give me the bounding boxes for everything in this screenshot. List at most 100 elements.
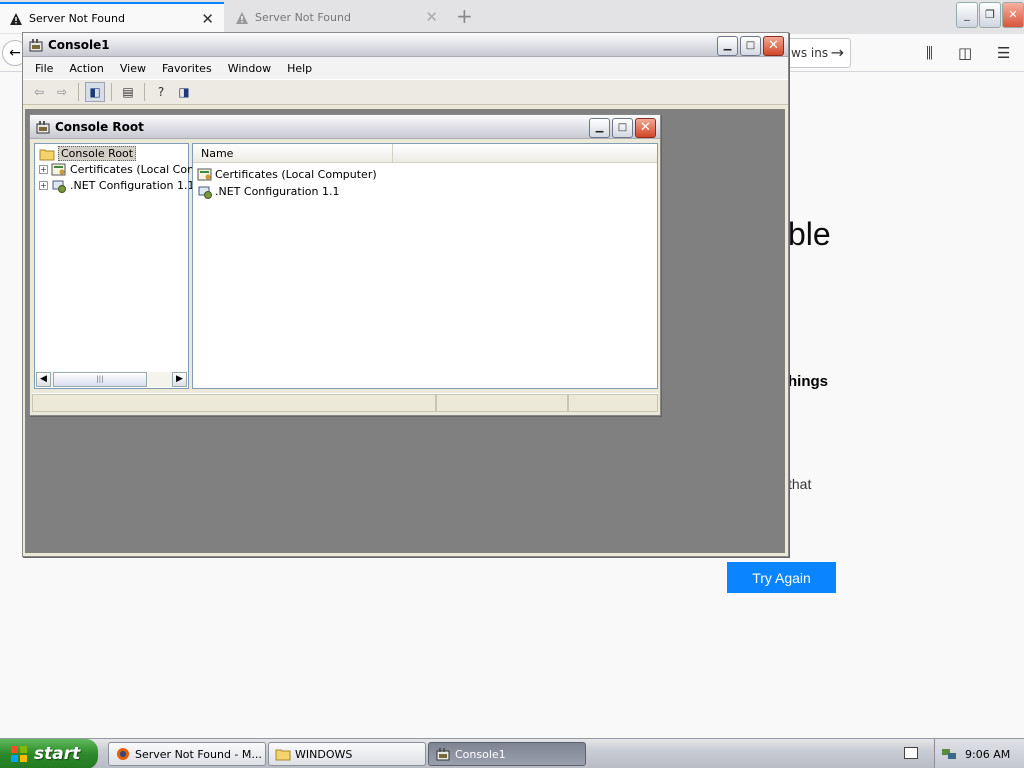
list-item-net-configuration[interactable]: .NET Configuration 1.1 <box>197 183 339 200</box>
clock[interactable]: 9:06 AM <box>965 748 1010 761</box>
tab-title: Server Not Found <box>255 11 351 24</box>
taskbar-button-windows[interactable]: WINDOWS <box>268 742 426 766</box>
list-header: Name <box>193 144 657 163</box>
tree-item-label: .NET Configuration 1.1 <box>70 179 195 192</box>
taskbar-button-firefox[interactable]: Server Not Found - M... <box>108 742 266 766</box>
certificate-icon <box>197 168 212 180</box>
certificate-icon <box>51 163 66 175</box>
toolbar-separator <box>144 83 145 101</box>
status-pane <box>32 394 436 412</box>
minimize-button[interactable]: ▁ <box>717 36 738 56</box>
tree-horizontal-scrollbar[interactable]: ◀ ||| ▶ <box>36 372 187 387</box>
library-icon[interactable]: ⫼ <box>926 44 933 62</box>
menu-view[interactable]: View <box>112 62 154 75</box>
taskbar-button-label: WINDOWS <box>295 747 353 761</box>
maximize-button[interactable]: □ <box>612 118 633 138</box>
keyboard-icon[interactable] <box>904 747 918 759</box>
scroll-right-icon[interactable]: ▶ <box>172 372 187 387</box>
warning-icon <box>10 12 22 25</box>
windows-logo-icon <box>11 746 27 762</box>
new-tab-icon[interactable]: + <box>456 4 473 28</box>
mmc-icon <box>436 748 450 761</box>
close-button[interactable]: ✕ <box>635 118 656 138</box>
tree-item-label: Certificates (Local Com <box>70 163 198 176</box>
console-root-window: Console Root ▁ □ ✕ Console Root + Certif… <box>29 114 661 416</box>
scroll-track[interactable] <box>147 372 172 387</box>
menu-favorites[interactable]: Favorites <box>154 62 220 75</box>
net-configuration-icon <box>52 180 66 193</box>
forward-arrow-icon[interactable]: ⇨ <box>52 82 72 102</box>
console1-title-bar[interactable]: Console1 ▁ □ ✕ <box>23 33 788 57</box>
error-text: that <box>788 476 812 492</box>
list-item-certificates[interactable]: Certificates (Local Computer) <box>197 166 377 183</box>
mdi-client-area: Console Root ▁ □ ✕ Console Root + Certif… <box>25 109 785 553</box>
tree-pane: Console Root + Certificates (Local Com +… <box>34 143 198 389</box>
window-title: Console1 <box>48 37 110 52</box>
start-label: start <box>34 744 81 764</box>
list-item-label: Certificates (Local Computer) <box>215 168 377 181</box>
folder-icon <box>39 149 55 160</box>
folder-icon <box>275 749 291 761</box>
menu-bar: File Action View Favorites Window Help <box>23 57 788 79</box>
menu-help[interactable]: Help <box>279 62 320 75</box>
close-button[interactable]: ✕ <box>1002 2 1024 28</box>
mmc-icon <box>36 120 50 133</box>
toolbar-separator <box>111 83 112 101</box>
network-icon[interactable] <box>941 747 957 761</box>
show-hide-tree-icon[interactable]: ◧ <box>85 82 105 102</box>
try-again-button[interactable]: Try Again <box>727 562 836 593</box>
list-item-label: .NET Configuration 1.1 <box>215 185 340 198</box>
maximize-button[interactable]: □ <box>740 36 761 56</box>
menu-file[interactable]: File <box>27 62 61 75</box>
taskbar-button-console1[interactable]: Console1 <box>428 742 586 766</box>
start-button[interactable]: start <box>0 739 98 768</box>
column-header-name[interactable]: Name <box>193 144 393 162</box>
go-arrow-icon[interactable]: → <box>831 39 844 67</box>
status-pane <box>568 394 658 412</box>
firefox-icon <box>117 748 129 760</box>
back-arrow-icon[interactable]: ⇦ <box>29 82 49 102</box>
scroll-thumb[interactable]: ||| <box>53 372 147 387</box>
console1-window: Console1 ▁ □ ✕ File Action View Favorite… <box>22 32 789 557</box>
error-heading: hings <box>788 373 828 390</box>
tree-item-net-configuration[interactable]: + .NET Configuration 1.1 <box>39 178 194 193</box>
browser-tab-bar: Server Not Found ✕ Server Not Found ✕ + … <box>0 0 1024 34</box>
help-icon[interactable]: ? <box>151 82 171 102</box>
tab-server-not-found[interactable]: Server Not Found ✕ <box>0 2 224 33</box>
tab-close-icon[interactable]: ✕ <box>201 10 214 28</box>
status-bar <box>32 393 658 413</box>
expand-icon[interactable]: + <box>39 181 48 190</box>
tab-title: Server Not Found <box>29 12 125 25</box>
tree-item-certificates[interactable]: + Certificates (Local Com <box>39 162 198 177</box>
toolbar-separator <box>78 83 79 101</box>
show-hide-action-pane-icon[interactable]: ◨ <box>174 82 194 102</box>
minimize-button[interactable]: ▁ <box>589 118 610 138</box>
browser-window-controls: _ ❐ ✕ <box>956 2 1024 28</box>
menu-window[interactable]: Window <box>220 62 279 75</box>
close-button[interactable]: ✕ <box>763 36 784 56</box>
taskbar: start Server Not Found - M... WINDOWS Co… <box>0 738 1024 768</box>
taskbar-button-label: Console1 <box>455 747 506 761</box>
tab-server-not-found-2[interactable]: Server Not Found ✕ <box>226 2 448 33</box>
sidebar-icon[interactable]: ◫ <box>958 44 972 62</box>
export-list-icon[interactable]: ▤ <box>118 82 138 102</box>
menu-action[interactable]: Action <box>61 62 111 75</box>
tree-item-label: Console Root <box>58 146 137 161</box>
console-root-title-bar[interactable]: Console Root ▁ □ ✕ <box>30 115 660 139</box>
system-tray: 9:06 AM <box>934 739 1024 768</box>
status-pane <box>436 394 568 412</box>
taskbar-button-label: Server Not Found - M... <box>135 747 262 761</box>
scroll-left-icon[interactable]: ◀ <box>36 372 51 387</box>
tree-item-console-root[interactable]: Console Root <box>39 146 137 161</box>
mmc-icon <box>29 38 43 51</box>
list-pane: Name Certificates (Local Computer) .NET … <box>192 143 658 389</box>
warning-icon <box>236 11 248 24</box>
menu-icon[interactable]: ☰ <box>997 44 1010 62</box>
restore-button[interactable]: ❐ <box>979 2 1001 28</box>
minimize-button[interactable]: _ <box>956 2 978 28</box>
tab-close-icon[interactable]: ✕ <box>425 8 438 26</box>
expand-icon[interactable]: + <box>39 165 48 174</box>
window-title: Console Root <box>55 119 144 134</box>
net-configuration-icon <box>198 186 212 199</box>
toolbar: ⇦ ⇨ ◧ ▤ ? ◨ <box>23 79 788 105</box>
